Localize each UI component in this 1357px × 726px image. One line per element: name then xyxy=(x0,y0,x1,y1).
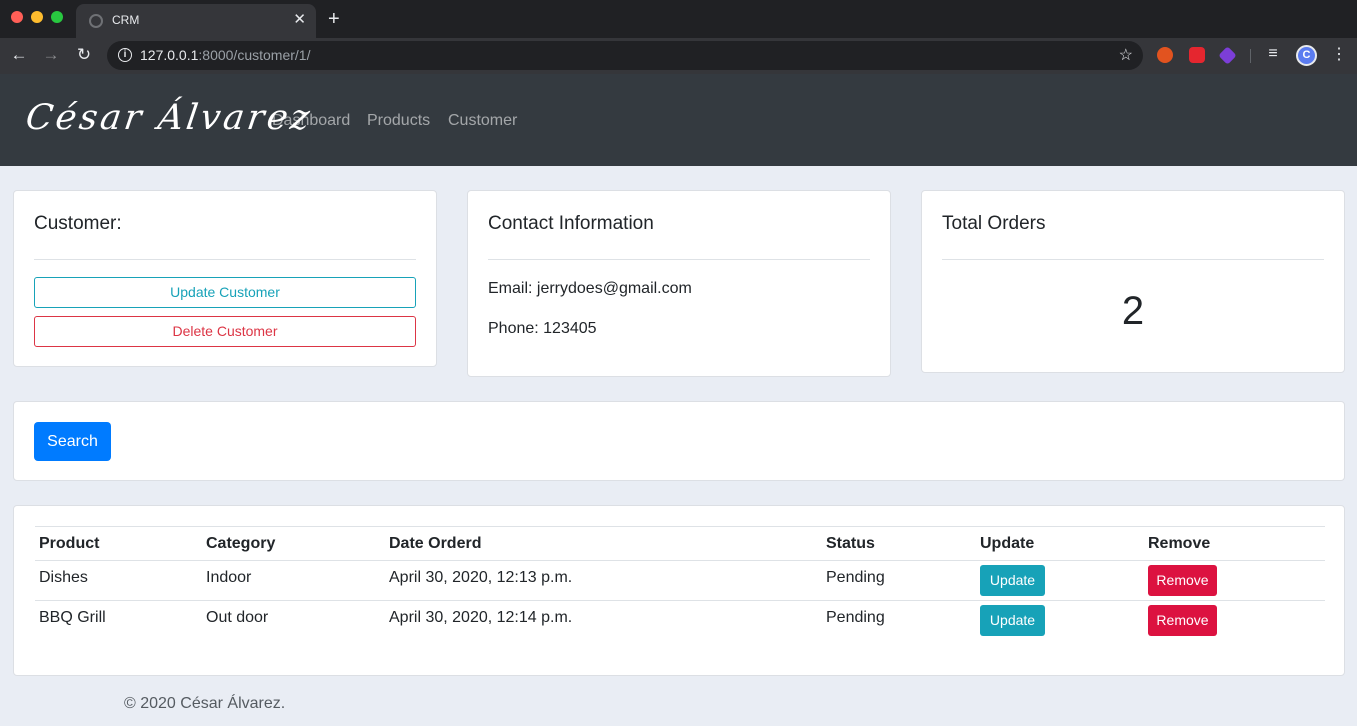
cell-product: BBQ Grill xyxy=(39,609,106,626)
header-product: Product xyxy=(39,535,100,552)
cell-status: Pending xyxy=(826,569,885,586)
extension-fox-icon[interactable] xyxy=(1157,47,1173,63)
browser-tab[interactable]: CRM ✕ xyxy=(76,4,316,38)
total-orders-card: Total Orders 2 xyxy=(921,190,1345,373)
header-remove: Remove xyxy=(1148,535,1211,552)
update-customer-button[interactable]: Update Customer xyxy=(34,277,416,308)
url-text: 127.0.0.1:8000/customer/1/ xyxy=(140,47,311,63)
contact-info-card: Contact Information Email: jerrydoes@gma… xyxy=(467,190,891,377)
contact-email: Email: jerrydoes@gmail.com xyxy=(488,280,692,297)
table-row: Dishes Indoor April 30, 2020, 12:13 p.m.… xyxy=(35,560,1325,600)
search-button[interactable]: Search xyxy=(34,422,111,461)
cell-date: April 30, 2020, 12:14 p.m. xyxy=(389,609,573,626)
divider xyxy=(34,259,416,260)
contact-card-title: Contact Information xyxy=(488,213,654,234)
close-window-button[interactable] xyxy=(11,11,23,23)
update-order-button[interactable]: Update xyxy=(980,605,1045,636)
browser-tab-bar: CRM ✕ + xyxy=(0,0,1357,38)
orders-table: Product Category Date Orderd Status Upda… xyxy=(35,526,1325,640)
update-order-button[interactable]: Update xyxy=(980,565,1045,596)
orders-card-title: Total Orders xyxy=(942,213,1046,234)
reload-icon[interactable]: ↻ xyxy=(73,44,95,66)
divider xyxy=(942,259,1324,260)
site-navbar: César Álvarez Dashboard Products Custome… xyxy=(0,74,1357,166)
header-update: Update xyxy=(980,535,1035,552)
nav-link-products[interactable]: Products xyxy=(367,112,430,130)
footer-text: © 2020 César Álvarez. xyxy=(124,695,286,712)
table-row: BBQ Grill Out door April 30, 2020, 12:14… xyxy=(35,600,1325,640)
maximize-window-button[interactable] xyxy=(51,11,63,23)
cell-product: Dishes xyxy=(39,569,88,586)
globe-icon xyxy=(89,14,103,28)
customer-card-title: Customer: xyxy=(34,213,122,234)
minimize-window-button[interactable] xyxy=(31,11,43,23)
kebab-menu-icon[interactable]: ⋮ xyxy=(1331,44,1347,66)
toolbar-divider xyxy=(1250,49,1251,63)
orders-table-card: Product Category Date Orderd Status Upda… xyxy=(13,505,1345,676)
info-icon[interactable]: i xyxy=(118,48,132,62)
forward-arrow-icon[interactable]: → xyxy=(40,44,62,66)
media-queue-icon[interactable]: ≡ xyxy=(1264,45,1282,63)
nav-link-dashboard[interactable]: Dashboard xyxy=(272,112,350,130)
cell-category: Out door xyxy=(206,609,269,626)
customer-card: Customer: Update Customer Delete Custome… xyxy=(13,190,437,367)
header-status: Status xyxy=(826,535,875,552)
tab-close-icon[interactable]: ✕ xyxy=(293,11,306,29)
bookmark-star-icon[interactable]: ☆ xyxy=(1119,45,1133,65)
remove-order-button[interactable]: Remove xyxy=(1148,605,1217,636)
back-arrow-icon[interactable]: ← xyxy=(8,44,30,66)
remove-order-button[interactable]: Remove xyxy=(1148,565,1217,596)
orders-count: 2 xyxy=(1121,289,1145,333)
profile-avatar-icon[interactable]: C xyxy=(1296,45,1317,66)
divider xyxy=(488,259,870,260)
cell-status: Pending xyxy=(826,609,885,626)
new-tab-icon[interactable]: + xyxy=(328,8,340,30)
extension-diamond-icon[interactable] xyxy=(1218,46,1237,65)
address-bar[interactable]: i 127.0.0.1:8000/customer/1/ ☆ xyxy=(107,41,1143,70)
cell-category: Indoor xyxy=(206,569,252,586)
delete-customer-button[interactable]: Delete Customer xyxy=(34,316,416,347)
header-date: Date Orderd xyxy=(389,535,482,552)
tab-title: CRM xyxy=(112,13,140,27)
browser-toolbar: ← → ↻ i 127.0.0.1:8000/customer/1/ ☆ ≡ C… xyxy=(0,38,1357,74)
search-card: Search xyxy=(13,401,1345,481)
contact-phone: Phone: 123405 xyxy=(488,320,597,337)
cell-date: April 30, 2020, 12:13 p.m. xyxy=(389,569,573,586)
extension-hand-icon[interactable] xyxy=(1189,47,1205,63)
header-category: Category xyxy=(206,535,276,552)
table-header-row: Product Category Date Orderd Status Upda… xyxy=(35,526,1325,560)
nav-link-customer[interactable]: Customer xyxy=(448,112,517,130)
